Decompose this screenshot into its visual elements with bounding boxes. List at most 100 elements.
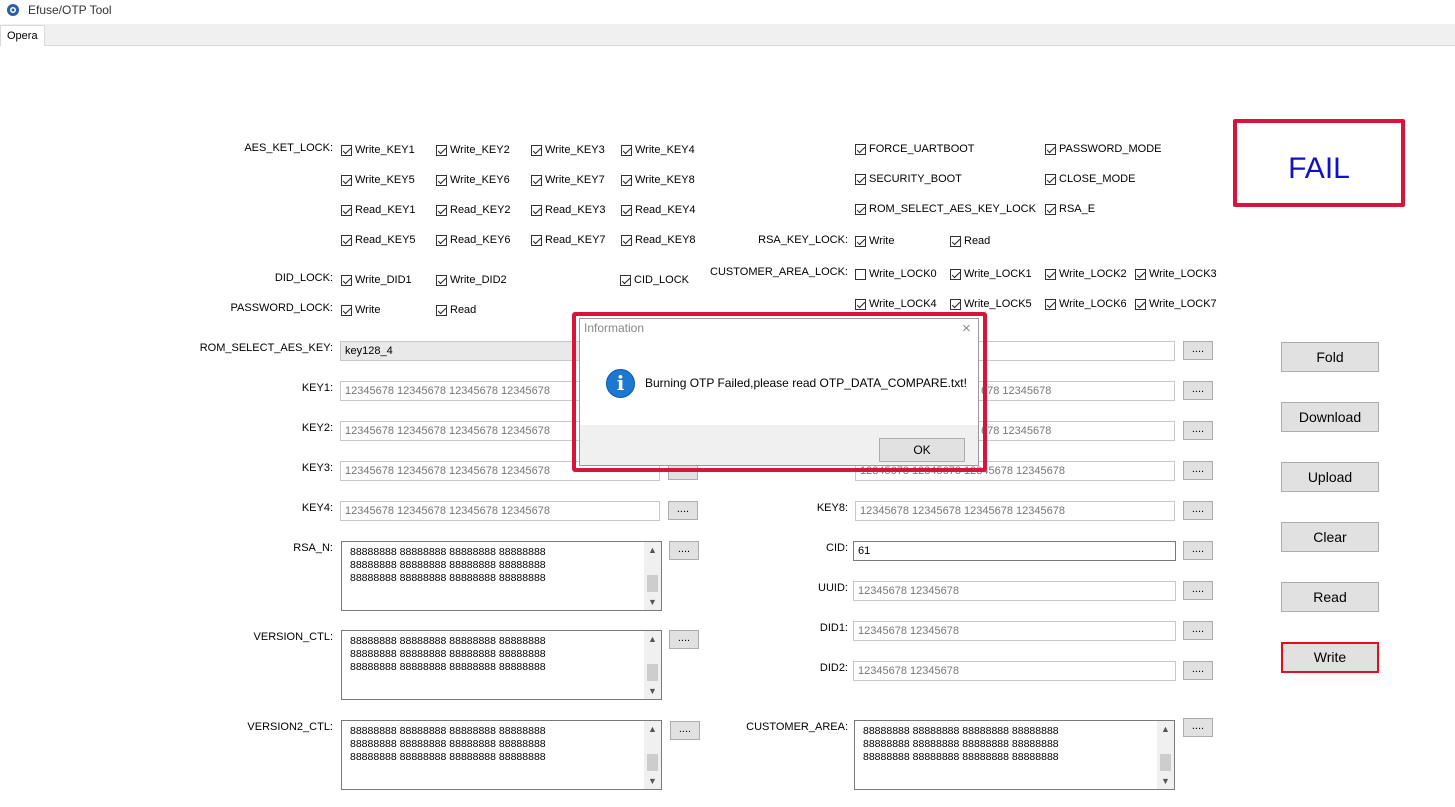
scroll-down-icon[interactable]: ▼ [644,684,661,698]
checkbox-write-lock3[interactable]: Write_LOCK3 [1135,268,1217,280]
cid-browse-button[interactable]: .... [1183,541,1213,560]
checkbox-box[interactable] [1045,268,1056,280]
checkbox-write-lock4[interactable]: Write_LOCK4 [855,298,937,310]
key8-browse-button[interactable]: .... [1183,501,1213,520]
upload-button[interactable]: Upload [1281,462,1379,492]
tab-opera[interactable]: Opera [0,25,45,46]
checkbox-box[interactable] [621,234,632,246]
checkbox-write-key8[interactable]: Write_KEY8 [621,174,695,186]
checkbox-write-key5[interactable]: Write_KEY5 [341,174,415,186]
checkbox-box[interactable] [436,304,447,316]
key5-browse-button[interactable]: .... [1183,341,1213,360]
key-row3-browse-button[interactable]: .... [1183,461,1213,480]
checkbox-password-mode[interactable]: PASSWORD_MODE [1045,143,1161,155]
checkbox-security-boot[interactable]: SECURITY_BOOT [855,173,962,185]
checkbox-close-mode[interactable]: CLOSE_MODE [1045,173,1135,185]
checkbox-rsa-e[interactable]: RSA_E [1045,203,1095,215]
checkbox-write-key6[interactable]: Write_KEY6 [436,174,510,186]
checkbox-write-key2[interactable]: Write_KEY2 [436,144,510,156]
checkbox-read-key7[interactable]: Read_KEY7 [531,234,606,246]
checkbox-rsa-read[interactable]: Read [950,235,990,247]
checkbox-write-key1[interactable]: Write_KEY1 [341,144,415,156]
scroll-thumb[interactable] [647,754,658,771]
checkbox-box[interactable] [1135,268,1146,280]
checkbox-box[interactable] [436,204,447,216]
checkbox-write-lock2[interactable]: Write_LOCK2 [1045,268,1127,280]
scrollbar[interactable]: ▲ ▼ [1157,721,1174,789]
checkbox-read-key3[interactable]: Read_KEY3 [531,204,606,216]
checkbox-box[interactable] [341,174,352,186]
download-button[interactable]: Download [1281,402,1379,432]
checkbox-box[interactable] [341,304,352,316]
key1-field[interactable]: 12345678 12345678 12345678 12345678 [340,381,580,401]
checkbox-read-key4[interactable]: Read_KEY4 [621,204,696,216]
did2-field[interactable]: 12345678 12345678 [853,661,1176,681]
scroll-up-icon[interactable]: ▲ [1157,722,1174,736]
checkbox-box[interactable] [531,174,542,186]
checkbox-write-lock5[interactable]: Write_LOCK5 [950,298,1032,310]
checkbox-write-did2[interactable]: Write_DID2 [436,274,507,286]
checkbox-force-uartboot[interactable]: FORCE_UARTBOOT [855,143,975,155]
checkbox-box[interactable] [950,298,961,310]
did2-browse-button[interactable]: .... [1183,661,1213,680]
checkbox-box[interactable] [620,274,631,286]
checkbox-write-key3[interactable]: Write_KEY3 [531,144,605,156]
fold-button[interactable]: Fold [1281,342,1379,372]
checkbox-box[interactable] [1135,298,1146,310]
checkbox-write-did1[interactable]: Write_DID1 [341,274,412,286]
scroll-down-icon[interactable]: ▼ [644,774,661,788]
checkbox-box[interactable] [855,173,866,185]
uuid-field[interactable]: 12345678 12345678 [853,581,1176,601]
key2-field[interactable]: 12345678 12345678 12345678 12345678 [340,421,580,441]
checkbox-box[interactable] [1045,173,1056,185]
version-ctl-textarea[interactable]: 88888888 88888888 88888888 88888888 8888… [341,630,662,700]
key6-browse-button[interactable]: .... [1183,381,1213,400]
key7-browse-button[interactable]: .... [1183,421,1213,440]
checkbox-write-lock7[interactable]: Write_LOCK7 [1135,298,1217,310]
checkbox-box[interactable] [1045,298,1056,310]
checkbox-write-lock0[interactable]: Write_LOCK0 [855,268,937,280]
checkbox-box[interactable] [531,144,542,156]
checkbox-box[interactable] [621,144,632,156]
checkbox-read-key1[interactable]: Read_KEY1 [341,204,416,216]
rsa-n-textarea[interactable]: 88888888 88888888 88888888 88888888 8888… [341,541,662,611]
scroll-down-icon[interactable]: ▼ [644,595,661,609]
checkbox-box[interactable] [950,235,961,247]
checkbox-box[interactable] [341,144,352,156]
checkbox-box[interactable] [621,174,632,186]
checkbox-box[interactable] [1045,203,1056,215]
checkbox-box[interactable] [855,298,866,310]
uuid-browse-button[interactable]: .... [1183,581,1213,600]
checkbox-rom-select-aes-key-lock[interactable]: ROM_SELECT_AES_KEY_LOCK [855,203,1036,215]
rom-select-aes-key-field[interactable]: key128_4 [340,341,580,361]
checkbox-box[interactable] [855,235,866,247]
scroll-thumb[interactable] [1160,754,1171,771]
checkbox-box[interactable] [531,204,542,216]
checkbox-read-key2[interactable]: Read_KEY2 [436,204,511,216]
checkbox-box[interactable] [436,174,447,186]
cid-field[interactable]: 61 [853,541,1176,561]
checkbox-read-key5[interactable]: Read_KEY5 [341,234,416,246]
scroll-up-icon[interactable]: ▲ [644,632,661,646]
key4-field[interactable]: 12345678 12345678 12345678 12345678 [340,501,660,521]
checkbox-box[interactable] [950,268,961,280]
did1-browse-button[interactable]: .... [1183,621,1213,640]
checkbox-read-key6[interactable]: Read_KEY6 [436,234,511,246]
checkbox-box[interactable] [621,204,632,216]
did1-field[interactable]: 12345678 12345678 [853,621,1176,641]
checkbox-password-read[interactable]: Read [436,304,476,316]
read-button[interactable]: Read [1281,582,1379,612]
version2-ctl-textarea[interactable]: 88888888 88888888 88888888 88888888 8888… [341,720,662,790]
checkbox-box[interactable] [531,234,542,246]
checkbox-password-write[interactable]: Write [341,304,380,316]
checkbox-box[interactable] [855,268,866,280]
checkbox-rsa-write[interactable]: Write [855,235,894,247]
clear-button[interactable]: Clear [1281,522,1379,552]
key8-field[interactable]: 12345678 12345678 12345678 12345678 [855,501,1175,521]
checkbox-write-key4[interactable]: Write_KEY4 [621,144,695,156]
scroll-down-icon[interactable]: ▼ [1157,774,1174,788]
checkbox-box[interactable] [855,203,866,215]
checkbox-box[interactable] [855,143,866,155]
checkbox-box[interactable] [341,234,352,246]
checkbox-write-lock6[interactable]: Write_LOCK6 [1045,298,1127,310]
